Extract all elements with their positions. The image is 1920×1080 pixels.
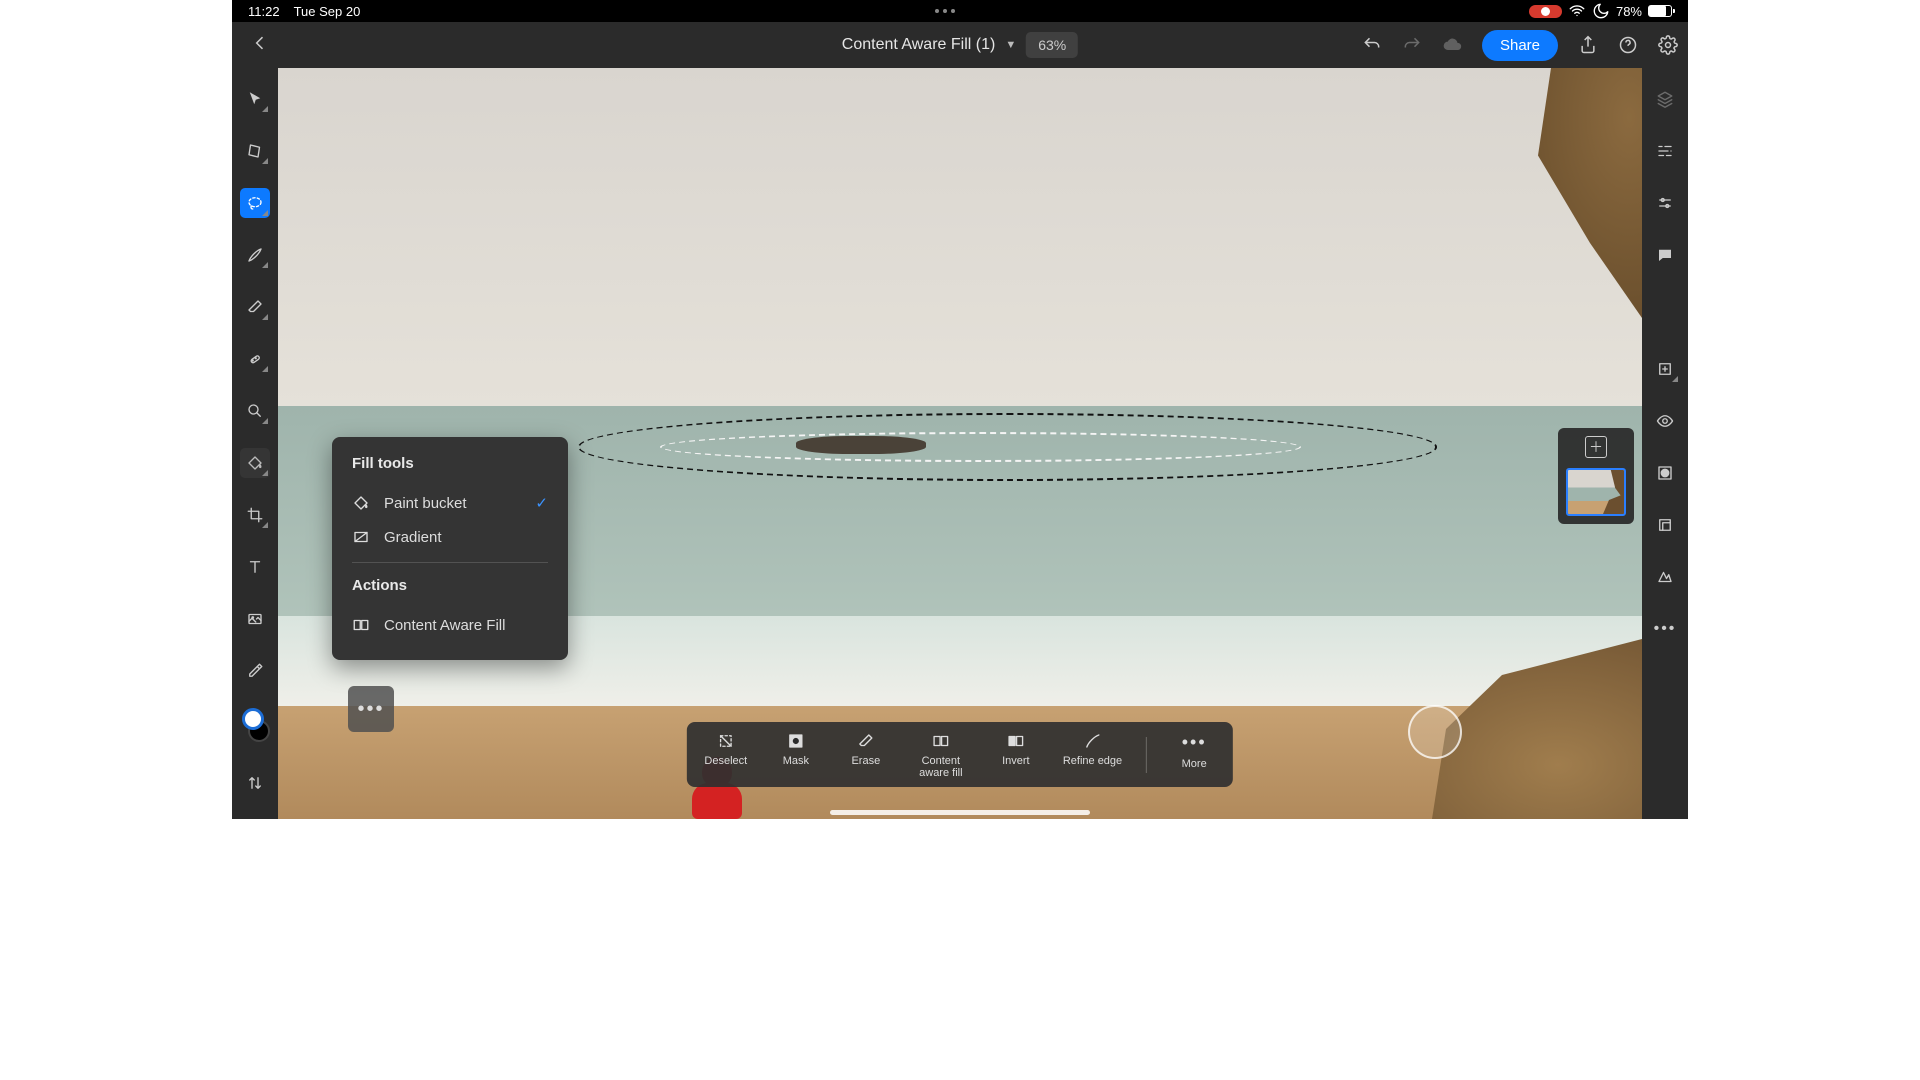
fill-tool[interactable]: [240, 448, 270, 478]
redo-button[interactable]: [1402, 35, 1422, 55]
content-aware-fill-button[interactable]: Content aware fill: [913, 732, 969, 779]
export-icon[interactable]: [1578, 35, 1598, 55]
tool-options-more[interactable]: •••: [348, 686, 394, 732]
swap-colors-tool[interactable]: [240, 768, 270, 798]
transform-tool[interactable]: [240, 136, 270, 166]
cloud-sync-icon[interactable]: [1442, 35, 1462, 55]
smudge-tool[interactable]: [240, 396, 270, 426]
erase-button[interactable]: Erase: [843, 732, 889, 767]
text-tool[interactable]: [240, 552, 270, 582]
lasso-select-tool[interactable]: [240, 188, 270, 218]
canvas[interactable]: Fill tools Paint bucket ✓ Gradient Actio…: [278, 68, 1642, 819]
layer-properties-button[interactable]: [1650, 136, 1680, 166]
clip-button[interactable]: [1650, 510, 1680, 540]
more-actions-button[interactable]: ••• More: [1171, 732, 1217, 770]
add-panel-button[interactable]: [1650, 354, 1680, 384]
multitask-dots[interactable]: [935, 9, 955, 13]
screen-recording-indicator[interactable]: [1529, 5, 1562, 18]
refine-edge-button[interactable]: Refine edge: [1063, 732, 1122, 767]
status-bar: 11:22 Tue Sep 20 78%: [232, 0, 1688, 22]
place-photo-tool[interactable]: [240, 604, 270, 634]
content-aware-fill-action[interactable]: Content Aware Fill: [352, 608, 548, 642]
add-layer-button[interactable]: ＋: [1585, 436, 1607, 458]
gradient-option[interactable]: Gradient: [352, 520, 548, 554]
back-button[interactable]: [242, 25, 278, 66]
touch-shortcut[interactable]: [1408, 705, 1462, 759]
paint-bucket-label: Paint bucket: [384, 495, 467, 512]
clock: 11:22: [248, 4, 280, 19]
deselect-button[interactable]: Deselect: [703, 732, 749, 767]
mask-panel-button[interactable]: [1650, 458, 1680, 488]
right-toolbar: •••: [1642, 68, 1688, 819]
move-tool[interactable]: [240, 84, 270, 114]
date: Tue Sep 20: [294, 4, 361, 19]
battery-percent: 78%: [1616, 4, 1642, 19]
check-icon: ✓: [535, 494, 548, 512]
help-icon[interactable]: [1618, 35, 1638, 55]
visibility-button[interactable]: [1650, 406, 1680, 436]
left-toolbar: [232, 68, 278, 819]
crop-tool[interactable]: [240, 500, 270, 530]
settings-icon[interactable]: [1658, 35, 1678, 55]
title-dropdown-icon[interactable]: ▼: [1005, 39, 1016, 51]
layers-minipanel: ＋: [1558, 428, 1634, 524]
heal-tool[interactable]: [240, 344, 270, 374]
selection-action-bar: Deselect Mask Erase Content aware fill I…: [687, 722, 1233, 787]
caf-icon: [352, 616, 370, 634]
paint-bucket-icon: [352, 494, 370, 512]
more-panel-button[interactable]: •••: [1650, 614, 1680, 644]
actions-heading: Actions: [352, 577, 548, 594]
fill-tools-heading: Fill tools: [352, 455, 548, 472]
color-swatches[interactable]: [240, 708, 270, 746]
fill-tools-popup: Fill tools Paint bucket ✓ Gradient Actio…: [332, 437, 568, 660]
brush-tool[interactable]: [240, 240, 270, 270]
app-header: Content Aware Fill (1) ▼ 63% Share: [232, 22, 1688, 68]
caf-label: Content Aware Fill: [384, 617, 505, 634]
do-not-disturb-icon: [1592, 2, 1610, 20]
wifi-icon: [1568, 2, 1586, 20]
effects-button[interactable]: [1650, 562, 1680, 592]
home-indicator[interactable]: [830, 810, 1090, 815]
gradient-icon: [352, 528, 370, 546]
mask-button[interactable]: Mask: [773, 732, 819, 767]
zoom-level[interactable]: 63%: [1026, 32, 1078, 58]
paint-bucket-option[interactable]: Paint bucket ✓: [352, 486, 548, 520]
comments-button[interactable]: [1650, 240, 1680, 270]
ipad-app-frame: 11:22 Tue Sep 20 78% Content Aware Fill …: [232, 0, 1688, 819]
layers-panel-button[interactable]: [1650, 84, 1680, 114]
undo-button[interactable]: [1362, 35, 1382, 55]
document-title[interactable]: Content Aware Fill (1): [842, 36, 996, 54]
adjustments-button[interactable]: [1650, 188, 1680, 218]
share-button[interactable]: Share: [1482, 30, 1558, 61]
layer-thumbnail[interactable]: [1566, 468, 1626, 516]
battery-icon: [1648, 5, 1672, 17]
gradient-label: Gradient: [384, 529, 442, 546]
invert-button[interactable]: Invert: [993, 732, 1039, 767]
eraser-tool[interactable]: [240, 292, 270, 322]
eyedropper-tool[interactable]: [240, 656, 270, 686]
